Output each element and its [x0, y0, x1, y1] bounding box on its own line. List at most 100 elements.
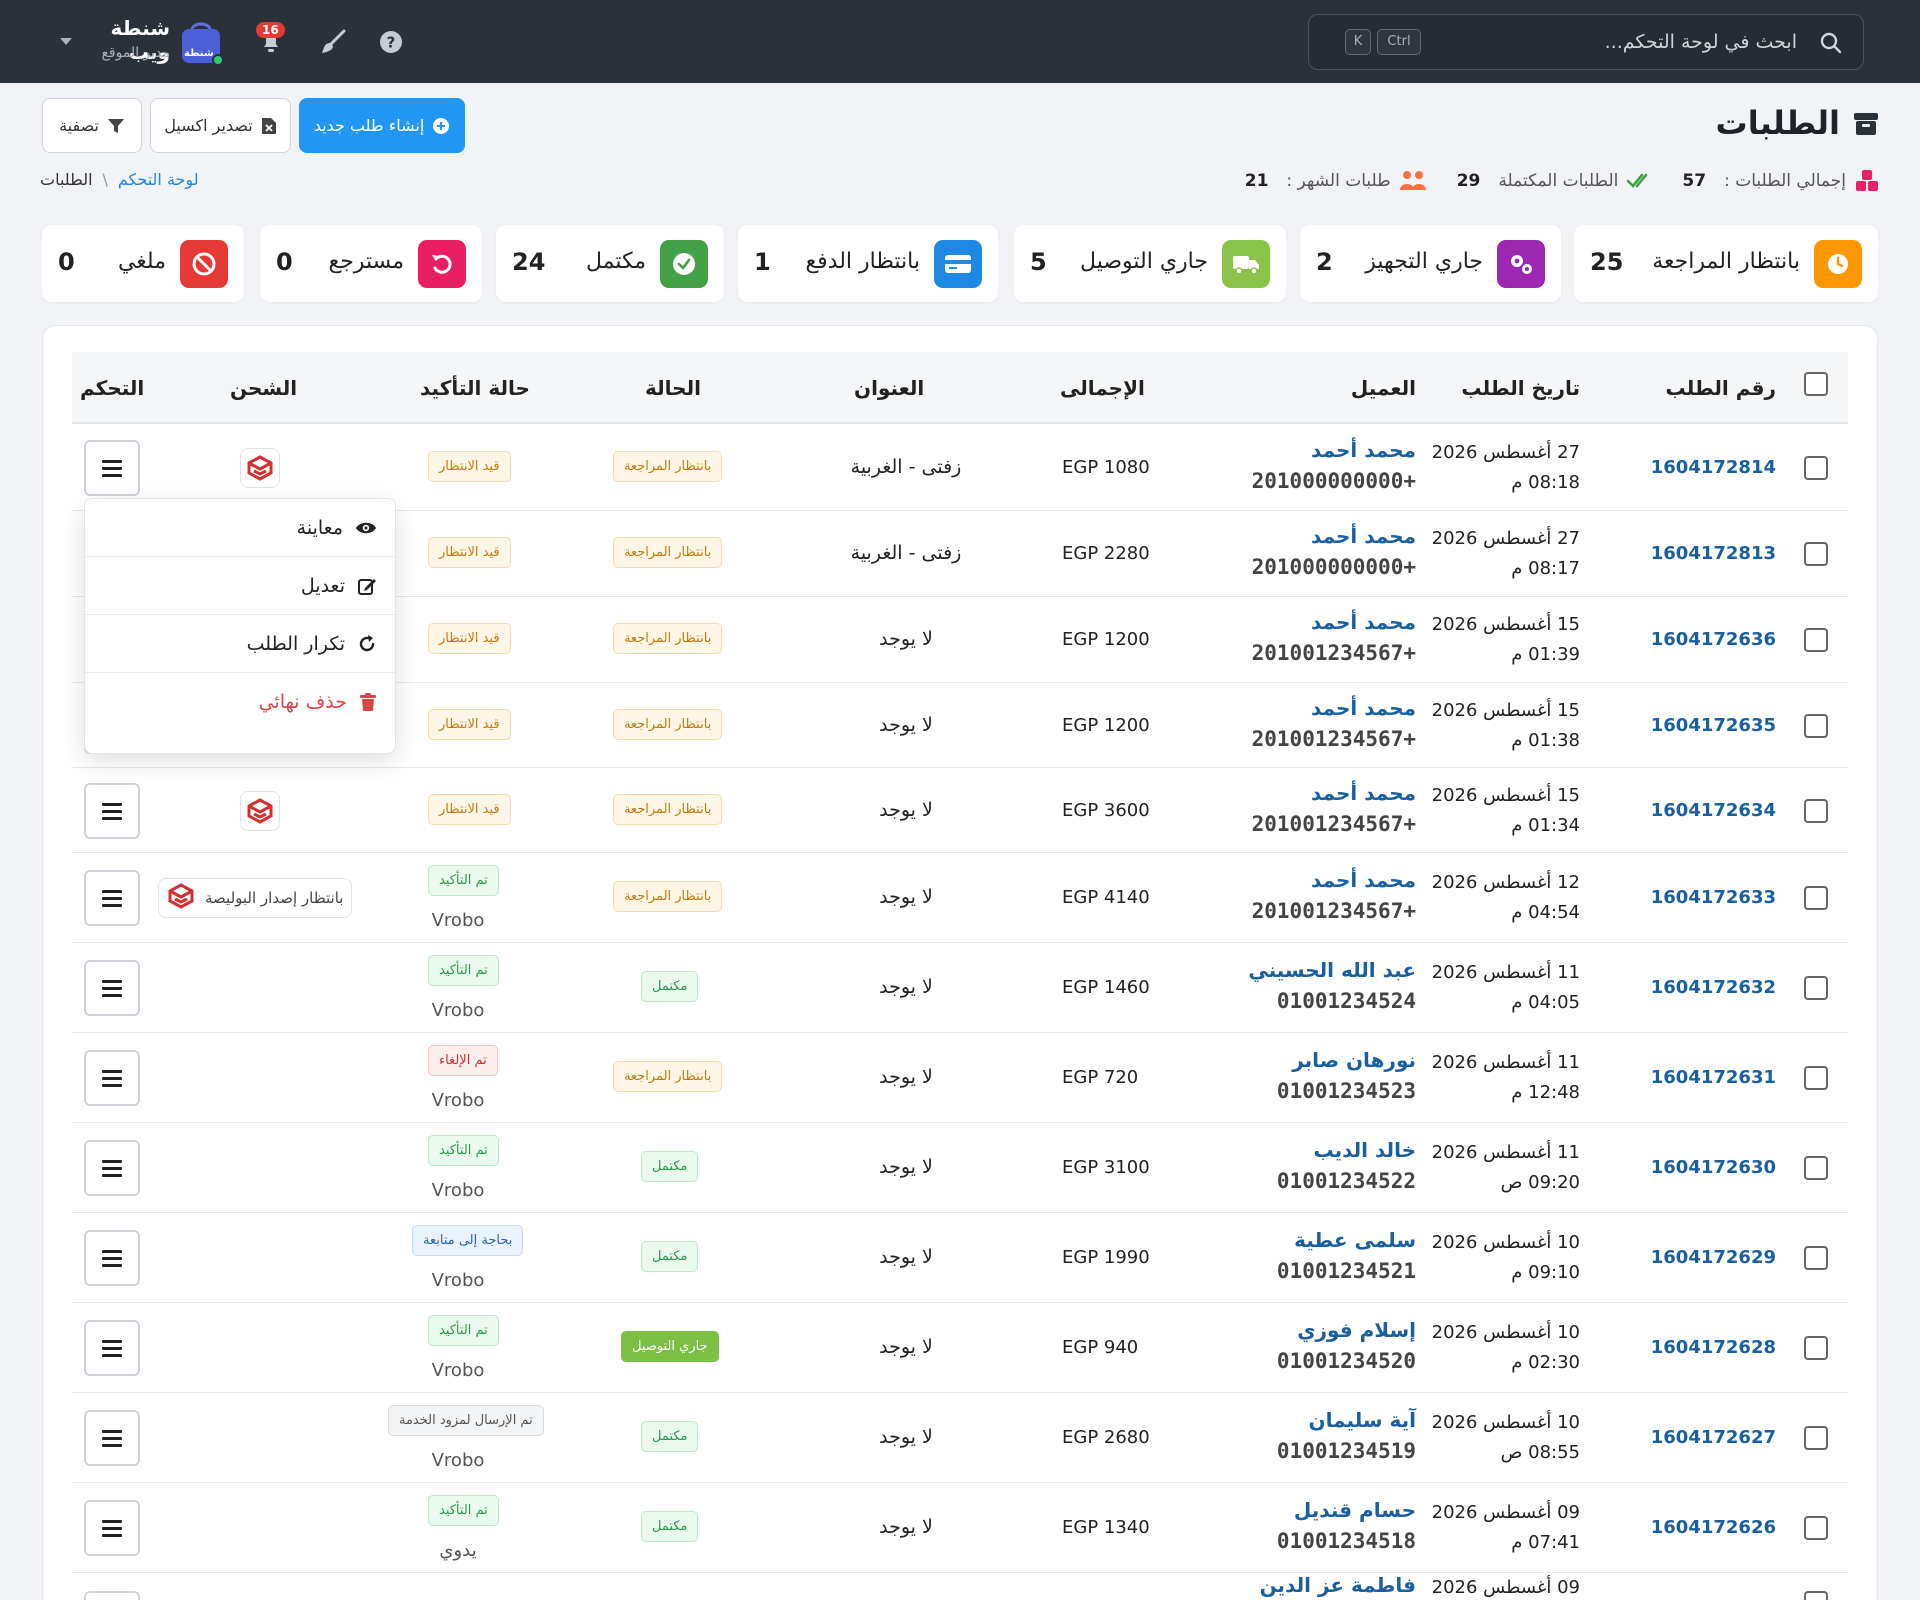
row-checkbox[interactable] [1804, 976, 1828, 1000]
header-total[interactable]: الإجمالى [1060, 376, 1145, 400]
order-number-link[interactable]: 1604172628 [1651, 1337, 1776, 1358]
customer-name-link[interactable]: عبد الله الحسيني [1248, 958, 1416, 982]
header-customer[interactable]: العميل [1351, 376, 1416, 400]
status-card-payment[interactable]: بانتظار الدفع 1 [738, 225, 998, 302]
customer-name-link[interactable]: فاطمة عز الدين [1260, 1573, 1416, 1597]
row-menu-button[interactable] [84, 783, 140, 839]
menu-item-preview[interactable]: معاينة [85, 499, 395, 557]
customer-name-link[interactable]: خالد الديب [1313, 1138, 1416, 1162]
customer-name-link[interactable]: محمد أحمد [1311, 868, 1416, 892]
select-all-checkbox[interactable] [1804, 372, 1828, 396]
search-input[interactable]: ابحث في لوحة التحكم... [1605, 31, 1797, 53]
export-excel-button[interactable]: تصدير اكسيل [150, 98, 291, 153]
row-menu-button[interactable] [84, 1500, 140, 1556]
row-checkbox[interactable] [1804, 628, 1828, 652]
filter-button[interactable]: تصفية [42, 98, 142, 153]
table-row[interactable]: 1604172629 10 أغسطس 2026 09:10 م سلمى عطية 0… [72, 1213, 1848, 1303]
order-number-link[interactable]: 1604172636 [1651, 629, 1776, 650]
header-confirmation[interactable]: حالة التأكيد [420, 376, 530, 400]
header-address[interactable]: العنوان [854, 376, 924, 400]
customer-phone: 01001234519 [1276, 1439, 1416, 1463]
order-number-link[interactable]: 1604172630 [1651, 1157, 1776, 1178]
order-number-link[interactable]: 1604172631 [1651, 1067, 1776, 1088]
customer-name-link[interactable]: حسام قنديل [1294, 1498, 1416, 1522]
row-checkbox[interactable] [1804, 714, 1828, 738]
order-number-link[interactable]: 1604172813 [1651, 543, 1776, 564]
customer-phone: +201001234567 [1251, 641, 1416, 665]
table-row[interactable]: 1604172631 11 أغسطس 2026 12:48 م نورهان صاب… [72, 1033, 1848, 1123]
breadcrumb-home[interactable]: لوحة التحكم [118, 170, 199, 189]
customer-name-link[interactable]: إسلام فوزي [1297, 1318, 1416, 1342]
customer-name-link[interactable]: محمد أحمد [1311, 696, 1416, 720]
order-number-link[interactable]: 1604172634 [1651, 800, 1776, 821]
menu-item-repeat[interactable]: تكرار الطلب [85, 615, 395, 673]
menu-item-edit[interactable]: تعديل [85, 557, 395, 615]
customer-name-link[interactable]: محمد أحمد [1311, 781, 1416, 805]
create-order-button[interactable]: إنشاء طلب جديد [299, 98, 465, 153]
order-number-link[interactable]: 1604172635 [1651, 715, 1776, 736]
order-number-link[interactable]: 1604172626 [1651, 1517, 1776, 1538]
status-card-preparing[interactable]: جاري التجهيز 2 [1300, 225, 1561, 302]
customer-name-link[interactable]: محمد أحمد [1311, 438, 1416, 462]
table-row[interactable]: 1604172628 10 أغسطس 2026 02:30 م إسلام فوزي… [72, 1303, 1848, 1393]
chevron-down-icon[interactable] [60, 38, 72, 45]
row-checkbox[interactable] [1804, 1591, 1828, 1600]
table-row[interactable]: 09 أغسطس 2026 فاطمة عز الدين [72, 1573, 1848, 1600]
table-row[interactable]: 1604172634 15 أغسطس 2026 01:34 م محمد أحمد +… [72, 768, 1848, 853]
row-menu-button[interactable] [84, 1140, 140, 1196]
row-menu-button[interactable] [84, 870, 140, 926]
table-row[interactable]: 1604172626 09 أغسطس 2026 07:41 م حسام قنديل… [72, 1483, 1848, 1573]
shipping-status-box[interactable]: بانتظار إصدار البوليصة [158, 878, 353, 918]
row-checkbox[interactable] [1804, 1426, 1828, 1450]
row-checkbox[interactable] [1804, 1336, 1828, 1360]
row-menu-button[interactable] [84, 1230, 140, 1286]
row-checkbox[interactable] [1804, 1516, 1828, 1540]
order-number-link[interactable]: 1604172629 [1651, 1247, 1776, 1268]
status-card-review[interactable]: بانتظار المراجعة 25 [1574, 225, 1878, 302]
order-number-link[interactable]: 1604172627 [1651, 1427, 1776, 1448]
order-number-link[interactable]: 1604172632 [1651, 977, 1776, 998]
search-box[interactable]: ابحث في لوحة التحكم... Ctrl K [1308, 14, 1864, 70]
customer-name-link[interactable]: سلمى عطية [1294, 1228, 1416, 1252]
order-number-link[interactable]: 1604172814 [1651, 457, 1776, 478]
help-icon[interactable]: ? [376, 27, 406, 57]
order-number-link[interactable]: 1604172633 [1651, 887, 1776, 908]
row-checkbox[interactable] [1804, 1246, 1828, 1270]
row-checkbox[interactable] [1804, 799, 1828, 823]
row-checkbox[interactable] [1804, 456, 1828, 480]
table-row[interactable]: 1604172633 12 أغسطس 2026 04:54 م محمد أحمد +… [72, 853, 1848, 943]
row-checkbox[interactable] [1804, 1156, 1828, 1180]
shipping-company-logo-icon[interactable] [240, 448, 280, 488]
row-actions-dropdown: معاينة تعديل تكرار الطلب حذف نهائي [84, 498, 396, 754]
status-card-returned[interactable]: مسترجع 0 [260, 225, 482, 302]
customer-name-link[interactable]: محمد أحمد [1311, 524, 1416, 548]
order-total: EGP 2680 [1062, 1427, 1150, 1448]
row-checkbox[interactable] [1804, 1066, 1828, 1090]
header-order-date[interactable]: تاريخ الطلب [1461, 376, 1580, 400]
status-card-completed[interactable]: مكتمل 24 [496, 225, 724, 302]
header-order-number[interactable]: رقم الطلب [1666, 376, 1776, 400]
header-shipping[interactable]: الشحن [230, 376, 297, 400]
row-menu-button[interactable] [84, 440, 140, 496]
header-control[interactable]: التحكم [80, 376, 144, 400]
table-row[interactable]: 1604172632 11 أغسطس 2026 04:05 م عبد الله ا… [72, 943, 1848, 1033]
row-checkbox[interactable] [1804, 886, 1828, 910]
shipping-company-logo-icon[interactable] [240, 791, 280, 831]
row-menu-button[interactable] [84, 1591, 140, 1600]
status-card-cancelled[interactable]: ملغي 0 [42, 225, 244, 302]
table-row[interactable]: 1604172627 10 أغسطس 2026 08:55 ص آية سليمان… [72, 1393, 1848, 1483]
row-menu-button[interactable] [84, 1320, 140, 1376]
customer-name-link[interactable]: آية سليمان [1309, 1408, 1416, 1432]
menu-item-delete[interactable]: حذف نهائي [85, 673, 395, 731]
status-card-delivering[interactable]: جاري التوصيل 5 [1014, 225, 1286, 302]
table-row[interactable]: 1604172630 11 أغسطس 2026 09:20 ص خالد الديب… [72, 1123, 1848, 1213]
row-menu-button[interactable] [84, 960, 140, 1016]
row-menu-button[interactable] [84, 1410, 140, 1466]
customer-name-link[interactable]: نورهان صابر [1292, 1048, 1416, 1072]
header-status[interactable]: الحالة [645, 376, 701, 400]
row-checkbox[interactable] [1804, 542, 1828, 566]
customer-name-link[interactable]: محمد أحمد [1311, 610, 1416, 634]
brush-icon[interactable] [318, 27, 348, 57]
row-menu-button[interactable] [84, 1050, 140, 1106]
order-address: لا يوجد [879, 799, 933, 821]
